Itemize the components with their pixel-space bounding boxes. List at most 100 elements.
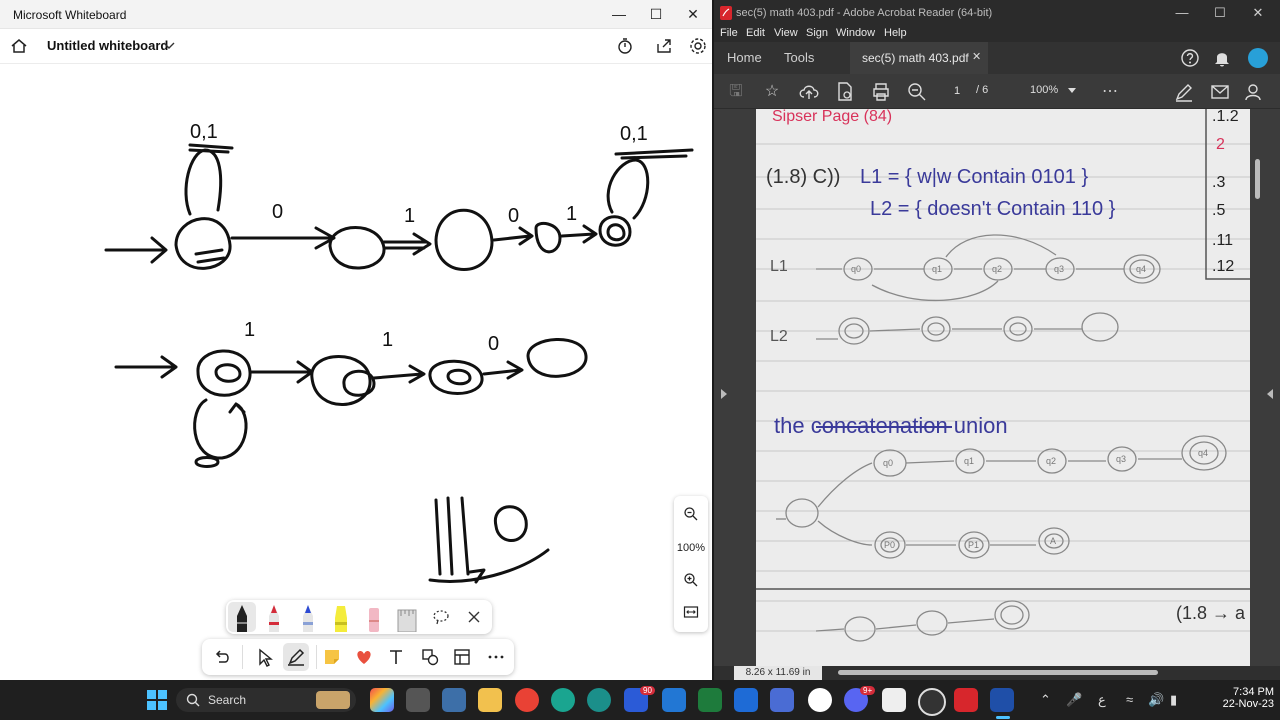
zoom-out-icon[interactable]: [683, 506, 699, 522]
task-view-icon[interactable]: [406, 688, 430, 712]
menu-window[interactable]: Window: [836, 27, 875, 39]
lasso-select-icon[interactable]: [432, 608, 450, 626]
windows-start-icon[interactable]: [146, 689, 168, 711]
eraser-icon[interactable]: [366, 604, 382, 632]
page-number-input[interactable]: 1: [944, 82, 970, 100]
print-icon[interactable]: [871, 82, 891, 102]
zoom-level[interactable]: 100%: [1030, 84, 1058, 96]
settings-gear-icon[interactable]: [687, 35, 709, 57]
show-hidden-icons[interactable]: ⌃: [1040, 692, 1051, 708]
close-tab-icon[interactable]: ✕: [972, 50, 981, 63]
search-label: Search: [208, 693, 247, 707]
zoom-dropdown-icon[interactable]: [1068, 88, 1076, 94]
file-search-icon[interactable]: [835, 81, 855, 103]
tab-document[interactable]: sec(5) math 403.pdf ✕: [850, 42, 988, 74]
right-panel-toggle-icon[interactable]: [1266, 389, 1274, 399]
menu-help[interactable]: Help: [884, 27, 907, 39]
avatar[interactable]: [1248, 48, 1268, 68]
keyboard-language[interactable]: ع: [1098, 692, 1106, 708]
edge-dev-icon[interactable]: [587, 688, 611, 712]
reactions-heart-icon[interactable]: [352, 645, 376, 669]
state-label: q2: [1046, 456, 1056, 466]
app-icon[interactable]: [882, 688, 906, 712]
timer-icon[interactable]: [614, 35, 636, 57]
more-options-icon[interactable]: [484, 645, 508, 669]
whiteboard-taskbar-icon[interactable]: [990, 688, 1014, 712]
inking-pen-icon[interactable]: [284, 645, 308, 669]
copilot-icon[interactable]: [370, 688, 394, 712]
side-list-item: .1.2: [1212, 109, 1239, 125]
menu-view[interactable]: View: [774, 27, 798, 39]
next-problem: (1.8 → a: [1176, 603, 1246, 623]
excel-icon[interactable]: [698, 688, 722, 712]
wifi-icon[interactable]: ≈: [1126, 692, 1133, 707]
templates-icon[interactable]: [450, 645, 474, 669]
pdf-page: .1.2 2 .3 .5 .11 .12 Sipser Page (84) (1…: [756, 109, 1250, 666]
shapes-icon[interactable]: [418, 645, 442, 669]
edge-icon[interactable]: [551, 688, 575, 712]
zoom-out-icon[interactable]: [907, 82, 927, 102]
horizontal-scrollbar[interactable]: [838, 670, 1158, 675]
app-icon[interactable]: [918, 688, 946, 716]
menu-sign[interactable]: Sign: [806, 27, 828, 39]
select-pointer-icon[interactable]: [252, 645, 276, 669]
close-button[interactable]: ✕: [1240, 0, 1276, 26]
menu-edit[interactable]: Edit: [746, 27, 765, 39]
text-tool-icon[interactable]: [384, 645, 408, 669]
microphone-icon[interactable]: 🎤: [1066, 692, 1082, 708]
row-label: L2: [770, 328, 788, 345]
state-label: q0: [883, 458, 893, 468]
file-explorer-icon[interactable]: [478, 688, 502, 712]
menu-file[interactable]: File: [720, 27, 738, 39]
maximize-button[interactable]: ☐: [637, 0, 675, 28]
vscode-icon[interactable]: [662, 688, 686, 712]
minimize-button[interactable]: —: [1164, 0, 1200, 26]
mail-icon[interactable]: [1210, 82, 1230, 102]
fit-to-screen-icon[interactable]: [683, 604, 699, 620]
app-icon[interactable]: [734, 688, 758, 712]
clock[interactable]: 7:34 PM 22-Nov-23: [1190, 686, 1274, 710]
share-icon[interactable]: [653, 35, 675, 57]
save-icon[interactable]: 🖫: [726, 82, 746, 102]
divider: [242, 645, 243, 669]
chrome-icon[interactable]: [515, 688, 539, 712]
home-icon[interactable]: [8, 35, 30, 57]
highlighter-icon[interactable]: [332, 604, 350, 632]
maximize-button[interactable]: ☐: [1202, 0, 1238, 26]
handwritten-notes: .1.2 2 .3 .5 .11 .12 Sipser Page (84) (1…: [756, 109, 1250, 642]
bookmark-star-icon[interactable]: ☆: [762, 82, 782, 102]
red-pen-icon[interactable]: [266, 604, 282, 632]
clock-date: 22-Nov-23: [1222, 698, 1274, 710]
share-user-icon[interactable]: [1244, 82, 1264, 102]
app-icon[interactable]: [770, 688, 794, 712]
close-button[interactable]: ✕: [674, 0, 712, 28]
vertical-scrollbar[interactable]: [1255, 159, 1260, 199]
settings-app-icon[interactable]: [442, 688, 466, 712]
ruler-icon[interactable]: [396, 604, 418, 632]
minimize-button[interactable]: —: [600, 0, 638, 28]
left-panel-toggle-icon[interactable]: [720, 389, 728, 399]
notifications-bell-icon[interactable]: [1213, 48, 1231, 68]
sign-pen-icon[interactable]: [1174, 82, 1194, 102]
upload-cloud-icon[interactable]: [798, 82, 820, 102]
sticky-note-icon[interactable]: [320, 645, 344, 669]
help-icon[interactable]: [1180, 48, 1200, 68]
blue-pen-icon[interactable]: [300, 604, 316, 632]
drawing-canvas[interactable]: 0,1 0 1 0 1 0,1 1 1 0: [0, 64, 712, 680]
black-pen-icon[interactable]: [234, 604, 250, 632]
more-tools-icon[interactable]: ⋯: [1100, 82, 1120, 102]
board-title[interactable]: Untitled whiteboard: [47, 38, 168, 53]
close-palette-icon[interactable]: [466, 609, 482, 625]
tab-tools[interactable]: Tools: [784, 50, 814, 65]
app-icon[interactable]: [808, 688, 832, 712]
acrobat-taskbar-icon[interactable]: [954, 688, 978, 712]
volume-icon[interactable]: 🔊: [1148, 692, 1164, 708]
undo-icon[interactable]: [210, 645, 234, 669]
chevron-down-icon[interactable]: [163, 42, 175, 50]
search-highlight-image: [316, 691, 350, 709]
zoom-in-icon[interactable]: [683, 572, 699, 588]
language-l2: L2 = { doesn't Contain 110 }: [870, 198, 1116, 220]
taskbar-search[interactable]: Search: [176, 688, 356, 712]
battery-icon[interactable]: ▮: [1170, 692, 1177, 708]
tab-home[interactable]: Home: [727, 50, 762, 65]
